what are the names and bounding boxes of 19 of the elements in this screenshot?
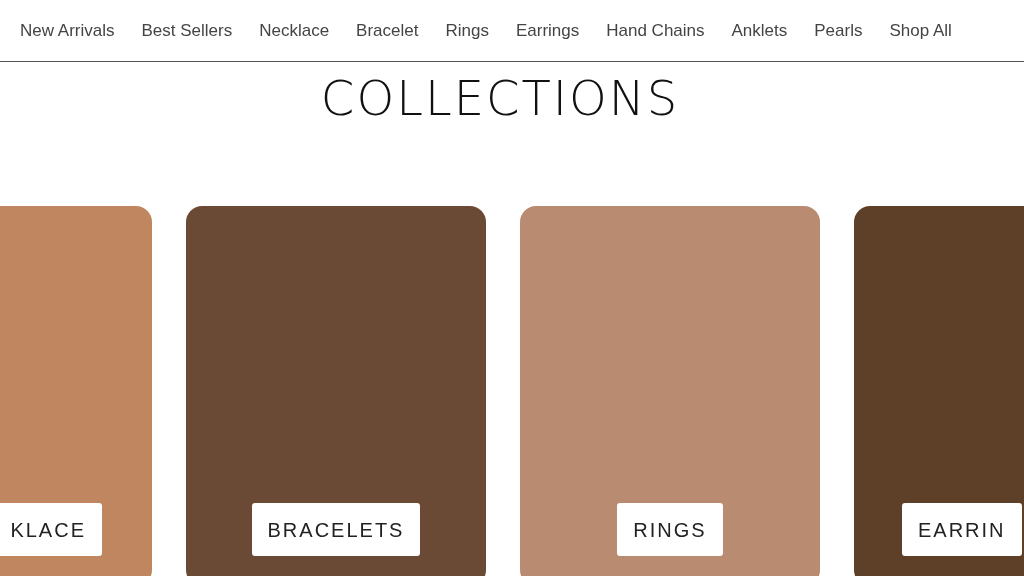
nav-link[interactable]: New Arrivals [20, 17, 115, 44]
collection-card[interactable]: KLACE [0, 206, 152, 576]
nav-link[interactable]: Necklace [259, 17, 330, 44]
nav-link[interactable]: Hand Chains [606, 17, 705, 44]
collections-heading: COLLECTIONS [319, 74, 681, 122]
nav-link[interactable]: Best Sellers [141, 17, 233, 44]
collection-card[interactable]: EARRIN [854, 206, 1024, 576]
nav-link[interactable]: Earrings [515, 17, 580, 44]
collection-label[interactable]: RINGS [617, 503, 723, 556]
nav-link[interactable]: Bracelet [356, 17, 419, 44]
nav-link[interactable]: Pearls [814, 17, 863, 44]
nav-link[interactable]: Shop All [889, 17, 952, 44]
collection-label[interactable]: EARRIN [902, 503, 1022, 556]
collection-label[interactable]: BRACELETS [251, 503, 421, 556]
collection-card[interactable]: BRACELETS [186, 206, 486, 576]
nav-link[interactable]: Rings [445, 17, 489, 44]
collection-card[interactable]: RINGS [520, 206, 820, 576]
collection-label[interactable]: KLACE [0, 503, 102, 556]
nav-link[interactable]: Anklets [731, 17, 788, 44]
